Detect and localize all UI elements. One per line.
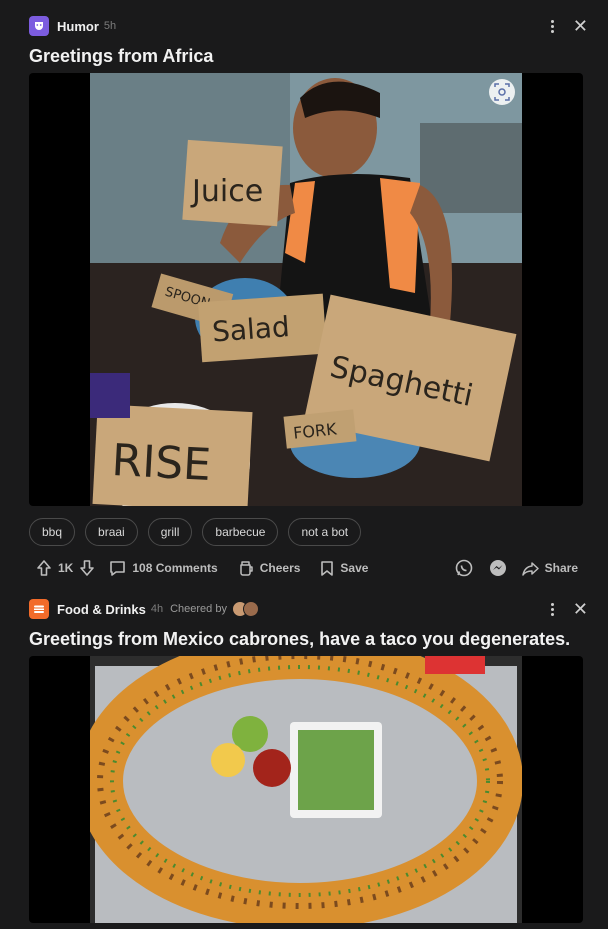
more-options-icon[interactable] xyxy=(547,602,559,616)
post-actions: 1K 108 Comments Cheers Save Share xyxy=(36,557,578,579)
cheers-label: Cheers xyxy=(259,561,301,575)
tag-chip[interactable]: grill xyxy=(147,518,193,546)
humor-category-icon[interactable] xyxy=(29,16,49,36)
tag-chip[interactable]: braai xyxy=(85,518,138,546)
svg-text:RISE: RISE xyxy=(110,435,212,491)
post-age: 5h xyxy=(103,20,117,32)
post-card: Humor 5h ✕ Greetings from Africa Juice S… xyxy=(0,0,608,592)
tag-list: bbq braai grill barbecue not a bot xyxy=(29,518,362,546)
avatar xyxy=(242,601,259,617)
cheer-avatars[interactable] xyxy=(231,601,259,617)
cheers-icon xyxy=(239,560,253,576)
post-header: Food & Drinks 4h Cheered by ✕ xyxy=(29,599,588,619)
more-options-icon[interactable] xyxy=(547,19,559,33)
comment-icon xyxy=(110,560,126,576)
tag-chip[interactable]: not a bot xyxy=(288,518,362,546)
post-image[interactable]: Juice SPOON Salad Spaghetti FORK RISE xyxy=(29,73,583,506)
share-icon xyxy=(521,561,539,576)
vote-count: 1K xyxy=(58,561,74,575)
comments-label: 108 Comments xyxy=(132,561,218,575)
save-label: Save xyxy=(340,561,369,575)
save-button[interactable]: Save xyxy=(320,560,368,577)
post-image[interactable] xyxy=(29,656,583,923)
post-age: 4h xyxy=(150,603,164,615)
downvote-icon[interactable] xyxy=(79,559,95,577)
svg-text:Salad: Salad xyxy=(211,310,291,348)
comments-button[interactable]: 108 Comments xyxy=(109,560,218,577)
vote-group: 1K xyxy=(36,559,95,577)
category-name[interactable]: Humor xyxy=(57,19,99,34)
cheered-by-label: Cheered by xyxy=(170,603,227,615)
share-button[interactable]: Share xyxy=(521,561,578,576)
upvote-icon[interactable] xyxy=(36,559,52,577)
post-title[interactable]: Greetings from Africa xyxy=(29,46,213,67)
post-title[interactable]: Greetings from Mexico cabrones, have a t… xyxy=(29,629,570,650)
tag-chip[interactable]: bbq xyxy=(29,518,76,546)
bookmark-icon xyxy=(321,560,334,576)
share-label: Share xyxy=(544,561,578,575)
messenger-icon[interactable] xyxy=(488,558,508,578)
close-icon[interactable]: ✕ xyxy=(573,600,588,618)
cheers-button[interactable]: Cheers xyxy=(238,560,301,577)
close-icon[interactable]: ✕ xyxy=(573,17,588,35)
post-header: Humor 5h ✕ xyxy=(29,16,588,36)
food-category-icon[interactable] xyxy=(29,599,49,619)
tag-chip[interactable]: barbecue xyxy=(202,518,279,546)
category-name[interactable]: Food & Drinks xyxy=(57,602,146,617)
sign-juice: Juice xyxy=(190,174,263,209)
whatsapp-icon[interactable] xyxy=(454,558,474,578)
post-card: Food & Drinks 4h Cheered by ✕ Greetings … xyxy=(0,592,608,929)
